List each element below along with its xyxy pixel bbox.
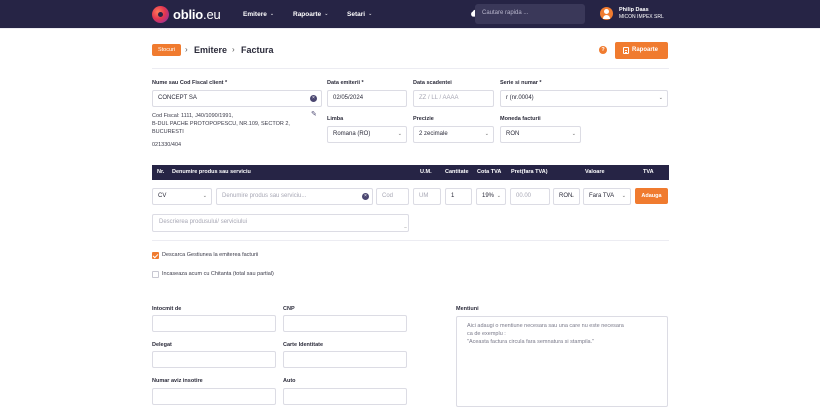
page-title: Factura: [241, 45, 274, 55]
series-label: Serie si numar *: [500, 80, 542, 86]
table-divider: [152, 240, 669, 241]
breadcrumb-separator: ›: [232, 45, 235, 54]
edit-client-icon[interactable]: ✎: [311, 110, 317, 118]
chevron-down-icon: ⌄: [496, 193, 501, 199]
vat-rate-select[interactable]: 19% ⌄: [476, 188, 506, 205]
incaseaza-label: Incaseaza acum cu Chitanta (total sau pa…: [162, 271, 274, 277]
breadcrumb-emitere[interactable]: Emitere: [194, 44, 227, 56]
delegat-label: Delegat: [152, 342, 172, 348]
col-um: U.M.: [420, 169, 432, 175]
logo-text: oblio: [173, 6, 204, 22]
menu-rapoarte[interactable]: Rapoarte ⌄: [293, 0, 328, 28]
oblio-logo[interactable]: oblio.eu: [152, 5, 221, 23]
auto-label: Auto: [283, 378, 296, 384]
mentiuni-line: "Aceasta factura circula fara semnatura …: [467, 339, 595, 345]
client-city: BUCURESTI: [152, 129, 184, 135]
user-company: MICON IMPEX SRL: [619, 14, 664, 20]
client-phone: 021330/404: [152, 142, 182, 148]
chevron-down-icon: ⌄: [621, 193, 626, 199]
products-table-header: Nr. Denumire produs sau serviciu U.M. Ca…: [152, 165, 669, 180]
language-label: Limba: [327, 116, 344, 122]
issue-date-label: Data emiterii *: [327, 80, 364, 86]
mentiuni-label: Mentiuni: [456, 306, 479, 312]
chevron-down-icon: ⌄: [658, 95, 663, 101]
precision-label: Precizie: [413, 116, 434, 122]
product-name-input[interactable]: Denumire produs sau serviciu...: [216, 188, 373, 205]
mentiuni-line: ca de exemplu :: [467, 331, 506, 337]
cnp-label: CNP: [283, 306, 295, 312]
aviz-input[interactable]: [152, 388, 276, 405]
report-icon: [623, 47, 629, 54]
descarca-checkbox[interactable]: [152, 252, 159, 259]
auto-input[interactable]: [283, 388, 407, 405]
price-input[interactable]: 00.00: [510, 188, 550, 205]
vat-option-select[interactable]: Fara TVA ⌄: [583, 188, 631, 205]
intocmit-input[interactable]: [152, 315, 276, 332]
col-tva: TVA: [643, 169, 654, 175]
quick-search-input[interactable]: Cautare rapida ...: [475, 4, 585, 24]
col-cota-tva: Cota TVA: [477, 169, 502, 175]
stocuri-badge[interactable]: Stocuri: [152, 44, 181, 56]
chevron-down-icon: ⌄: [368, 11, 373, 17]
product-description-textarea[interactable]: Descrierea produsului/ serviciului −: [152, 214, 409, 232]
logo-mark-icon: [152, 5, 169, 23]
help-icon[interactable]: ?: [599, 46, 607, 54]
menu-setari[interactable]: Setari ⌄: [347, 0, 372, 28]
resize-grip-icon: −: [404, 225, 407, 231]
add-product-button[interactable]: Adauga: [635, 188, 668, 204]
issue-date-input[interactable]: 02/05/2024: [327, 90, 407, 107]
chevron-down-icon: ⌄: [571, 131, 576, 137]
client-fiscal-code: Cod Fiscal: 1111, J40/1090/1991,: [152, 113, 234, 119]
chevron-down-icon: ⌄: [202, 193, 207, 199]
currency-select[interactable]: RON ⌄: [500, 126, 581, 143]
client-input[interactable]: CONCEPT SA: [152, 90, 322, 107]
nav-divider: [0, 28, 820, 29]
col-cantitate: Cantitate: [445, 169, 469, 175]
unit-input[interactable]: UM: [413, 188, 441, 205]
intocmit-label: Intocmit de: [152, 306, 182, 312]
chevron-down-icon: ⌄: [397, 131, 402, 137]
rapoarte-button[interactable]: Rapoarte: [615, 42, 668, 59]
quantity-input[interactable]: 1: [445, 188, 472, 205]
aviz-label: Numar aviz insotire: [152, 378, 203, 384]
due-date-label: Data scadentei: [413, 80, 452, 86]
clear-client-icon[interactable]: ×: [310, 95, 317, 102]
menu-emitere[interactable]: Emitere ⌄: [243, 0, 274, 28]
currency-label: Moneda facturii: [500, 116, 541, 122]
series-select[interactable]: r (nr.0004) ⌄: [500, 90, 668, 107]
top-navbar: oblio.eu Emitere ⌄ Rapoarte ⌄ Setari ⌄ Caut…: [0, 0, 820, 28]
user-avatar-icon[interactable]: [600, 7, 613, 20]
col-denumire: Denumire produs sau serviciu: [172, 169, 251, 175]
mentiuni-textarea[interactable]: Aici adaugi o mentiune necesara sau una …: [456, 316, 668, 407]
mentiuni-line: Aici adaugi o mentiune necesara sau una …: [467, 323, 624, 329]
chevron-down-icon: ⌄: [570, 193, 575, 199]
delegat-input[interactable]: [152, 351, 276, 368]
col-valoare: Valoare: [585, 169, 605, 175]
cnp-input[interactable]: [283, 315, 407, 332]
incaseaza-checkbox[interactable]: [152, 271, 159, 278]
product-code-input[interactable]: Cod: [376, 188, 409, 205]
clear-product-icon[interactable]: ×: [362, 193, 369, 200]
col-nr: Nr.: [157, 169, 165, 175]
breadcrumb-separator: ›: [185, 45, 188, 54]
client-label: Nume sau Cod Fiscal client *: [152, 80, 228, 86]
user-name[interactable]: Philip Daas: [619, 7, 649, 13]
chevron-down-icon: ⌄: [269, 11, 275, 17]
language-select[interactable]: Romana (RO) ⌄: [327, 126, 407, 143]
due-date-input[interactable]: ZZ / LL / AAAA: [413, 90, 494, 107]
header-divider: [152, 68, 669, 69]
col-pret: Pret(fara TVA): [511, 169, 548, 175]
chevron-down-icon: ⌄: [484, 131, 489, 137]
client-address: B-DUL PACHE PROTOPOPESCU, NR.109, SECTOR…: [152, 121, 290, 127]
carte-identitate-input[interactable]: [283, 351, 407, 368]
carte-identitate-label: Carte Identitate: [283, 342, 324, 348]
precision-select[interactable]: 2 zecimale ⌄: [413, 126, 494, 143]
product-type-select[interactable]: CV ⌄: [152, 188, 212, 205]
descarca-label: Descarca Gestiunea la emiterea facturii: [162, 252, 259, 258]
chevron-down-icon: ⌄: [324, 11, 329, 17]
logo-tld: .eu: [203, 6, 221, 22]
row-currency-select[interactable]: RON ⌄: [553, 188, 580, 205]
